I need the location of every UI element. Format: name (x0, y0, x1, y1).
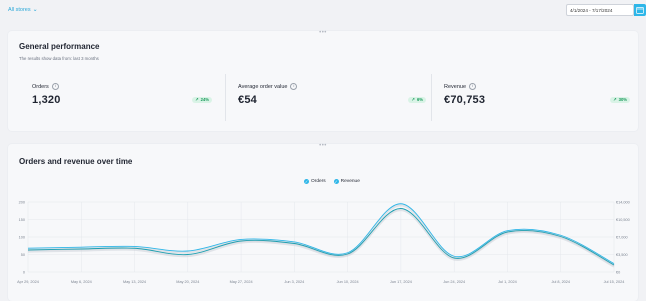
info-icon[interactable]: i (51, 83, 59, 90)
metric-orders-value: 1,320 (32, 94, 61, 106)
orders-revenue-card: ••• Orders and revenue over time ✓ Order… (8, 143, 638, 301)
metric-revenue: Revenue i €70,753 ↗ 30% (444, 81, 630, 121)
general-performance-card: ••• General performance The results show… (8, 30, 638, 131)
metric-orders: Orders i 1,320 ↗ 24% (32, 81, 212, 121)
x-tick-label: Apr 29, 2024 (17, 280, 39, 284)
general-performance-subtitle: The results show data from: last 3 month… (19, 56, 99, 61)
y-right-tick-label: €10,500 (616, 218, 630, 222)
metric-orders-label: Orders (32, 83, 49, 90)
x-tick-label: Jun 17, 2024 (390, 280, 412, 284)
x-tick-label: Jun 24, 2024 (443, 280, 465, 284)
drag-handle-icon[interactable]: ••• (319, 30, 327, 36)
metric-average-order-value: Average order value i €54 ↗ 6% (238, 81, 426, 121)
y-left-tick-label: 0 (23, 270, 25, 274)
arrow-up-right-icon: ↗ (613, 97, 617, 102)
x-tick-label: Jun 10, 2024 (337, 280, 359, 284)
calendar-icon (636, 7, 644, 14)
x-tick-label: May 27, 2024 (230, 280, 253, 284)
orders-revenue-chart: 0 €0 50 €3,500 100 €7,000 150 €10,500 200 €14,000… (17, 200, 630, 284)
metric-aov-change: 6% (416, 97, 423, 102)
x-tick-label: Jul 15, 2024 (604, 280, 625, 284)
info-icon[interactable]: i (469, 83, 477, 90)
y-left-tick-label: 200 (19, 200, 25, 204)
x-tick-label: May 20, 2024 (176, 280, 199, 284)
x-tick-label: May 13, 2024 (123, 280, 146, 284)
y-right-tick-label: €3,500 (616, 253, 628, 257)
metric-orders-change-badge: ↗ 24% (192, 97, 212, 103)
chevron-down-icon: ⌄ (32, 7, 38, 13)
metric-revenue-value: €70,753 (444, 94, 486, 106)
general-performance-title: General performance (19, 42, 100, 51)
x-tick-label: May 6, 2024 (71, 280, 92, 284)
y-right-tick-label: €14,000 (616, 200, 630, 204)
metric-revenue-change: 30% (618, 97, 627, 102)
y-left-tick-label: 50 (21, 253, 25, 257)
y-right-tick-label: €0 (616, 270, 620, 274)
arrow-up-right-icon: ↗ (411, 97, 415, 102)
series-line-shadow-revenue (27, 208, 615, 268)
info-icon[interactable]: i (290, 83, 298, 90)
y-left-tick-label: 100 (19, 235, 25, 239)
metric-aov-label: Average order value (238, 83, 288, 90)
arrow-up-right-icon: ↗ (195, 97, 199, 102)
calendar-button[interactable] (634, 4, 646, 16)
store-selector-label: All stores (8, 7, 31, 13)
series-line-shadow-orders (27, 204, 615, 267)
metric-revenue-label: Revenue (444, 83, 467, 90)
metric-aov-change-badge: ↗ 6% (408, 97, 426, 103)
x-tick-label: Jun 3, 2024 (284, 280, 304, 284)
metric-orders-change: 24% (200, 97, 209, 102)
divider (225, 74, 226, 121)
x-tick-label: Jul 8, 2024 (551, 280, 570, 284)
store-selector[interactable]: All stores ⌄ (8, 7, 38, 13)
divider (431, 74, 432, 121)
metric-revenue-change-badge: ↗ 30% (610, 97, 630, 103)
date-range-input[interactable] (566, 4, 634, 16)
y-right-tick-label: €7,000 (616, 235, 628, 239)
series-line-revenue (27, 208, 615, 266)
metric-aov-value: €54 (238, 94, 257, 106)
top-bar: All stores ⌄ (0, 0, 646, 24)
y-left-tick-label: 150 (19, 218, 25, 222)
x-tick-label: Jul 1, 2024 (498, 280, 517, 284)
